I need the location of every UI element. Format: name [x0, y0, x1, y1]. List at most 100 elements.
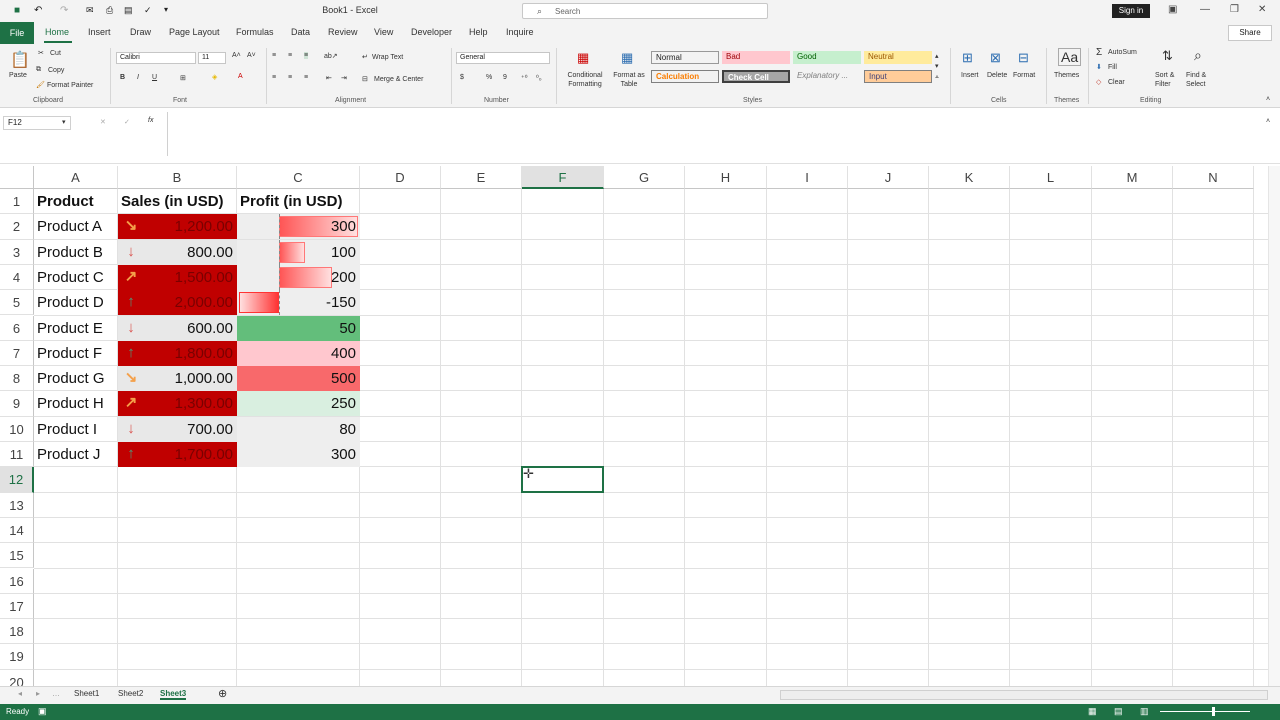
product-cell[interactable]: Product F: [34, 341, 118, 366]
spelling-icon[interactable]: ✓: [144, 5, 155, 16]
collapse-ribbon-icon[interactable]: ˄: [1266, 96, 1270, 103]
product-cell[interactable]: Product I: [34, 417, 118, 442]
sales-cell[interactable]: ↑ 1,800.00: [118, 340, 237, 366]
restore-icon[interactable]: ❐: [1230, 4, 1239, 15]
style-neutral[interactable]: Neutral: [864, 51, 932, 64]
comma-icon[interactable]: 9: [503, 74, 507, 81]
search-input[interactable]: ⌕ Search: [522, 3, 768, 19]
profit-cell[interactable]: 80: [237, 416, 360, 442]
share-button[interactable]: Share: [1228, 25, 1272, 41]
zoom-slider-thumb[interactable]: [1212, 707, 1215, 716]
customize-qat-icon[interactable]: ▾: [164, 5, 175, 16]
style-normal[interactable]: Normal: [651, 51, 719, 64]
preview-icon[interactable]: ▤: [124, 5, 135, 16]
underline-icon[interactable]: U: [152, 74, 157, 81]
format-as-table-icon[interactable]: ▦: [621, 50, 633, 66]
row-header-7[interactable]: 7: [0, 340, 34, 367]
sales-cell[interactable]: ↘ 1,200.00: [118, 214, 237, 240]
column-header-a[interactable]: A: [34, 166, 118, 189]
tab-help[interactable]: Help: [469, 27, 488, 37]
style-good[interactable]: Good: [793, 51, 861, 64]
fill-icon[interactable]: ⬇: [1096, 63, 1102, 71]
decrease-decimal-icon[interactable]: ⁰₀: [536, 74, 542, 82]
increase-font-icon[interactable]: A˄: [232, 52, 241, 59]
autosum-button[interactable]: AutoSum: [1108, 49, 1137, 56]
column-header-h[interactable]: H: [685, 166, 767, 189]
column-header-f[interactable]: F: [522, 166, 604, 189]
orientation-icon[interactable]: ab↗: [324, 52, 338, 60]
insert-cells-button[interactable]: Insert: [961, 72, 979, 79]
row-header-4[interactable]: 4: [0, 264, 34, 291]
paste-button[interactable]: Paste: [9, 72, 27, 79]
format-painter-icon[interactable]: 🖌: [36, 81, 45, 89]
tab-insert[interactable]: Insert: [88, 27, 111, 37]
row-header-11[interactable]: 11: [0, 442, 34, 468]
prev-sheet-icon[interactable]: ◂: [18, 689, 22, 698]
sort-filter-button[interactable]: Sort & Filter: [1155, 71, 1185, 89]
formula-input[interactable]: [167, 112, 1267, 156]
tab-home[interactable]: Home: [45, 27, 69, 37]
sheet-tab-1[interactable]: Sheet1: [74, 689, 99, 698]
sales-cell[interactable]: ↓ 800.00: [118, 239, 237, 265]
conditional-formatting-icon[interactable]: ▦: [577, 50, 589, 66]
tab-file[interactable]: File: [0, 22, 34, 44]
align-top-icon[interactable]: ≡: [272, 52, 276, 59]
row-header-10[interactable]: 10: [0, 416, 34, 442]
profit-cell[interactable]: -150: [237, 290, 360, 316]
find-select-icon[interactable]: ⌕: [1194, 47, 1202, 64]
product-cell[interactable]: Product G: [34, 366, 118, 391]
column-header-k[interactable]: K: [929, 166, 1010, 189]
wrap-text-button[interactable]: Wrap Text: [372, 54, 403, 61]
sign-in-button[interactable]: Sign in: [1112, 4, 1150, 18]
column-header-c[interactable]: C: [237, 166, 360, 189]
insert-function-icon[interactable]: fx: [148, 117, 153, 124]
conditional-formatting-button[interactable]: Conditional Formatting: [562, 71, 608, 89]
accessibility-icon[interactable]: ▣: [38, 706, 47, 717]
tab-page-layout[interactable]: Page Layout: [169, 27, 220, 37]
row-header-12[interactable]: 12: [0, 467, 34, 493]
column-header-j[interactable]: J: [848, 166, 929, 189]
sales-cell[interactable]: ↗ 1,300.00: [118, 391, 237, 417]
font-name-select[interactable]: Calibri: [116, 52, 196, 64]
page-break-view-icon[interactable]: ▥: [1140, 706, 1149, 717]
spreadsheet-grid[interactable]: ABCDEFGHIJKLMN 1 2 3 4 5 6 7 8 9 10 11 12 13 14 15 16 17…: [0, 166, 1268, 686]
sales-cell[interactable]: ↓ 600.00: [118, 315, 237, 341]
enter-entry-icon[interactable]: ✓: [124, 118, 130, 126]
cancel-entry-icon[interactable]: ✕: [100, 118, 106, 126]
profit-cell[interactable]: 200: [237, 264, 360, 290]
normal-view-icon[interactable]: ▦: [1088, 706, 1097, 717]
style-calculation[interactable]: Calculation: [651, 70, 719, 83]
style-input[interactable]: Input: [864, 70, 932, 83]
sheet-tab-3[interactable]: Sheet3: [160, 689, 187, 700]
tab-view[interactable]: View: [374, 27, 393, 37]
copy-button[interactable]: Copy: [48, 67, 64, 74]
page-layout-view-icon[interactable]: ▤: [1114, 706, 1123, 717]
minimize-icon[interactable]: —: [1200, 4, 1210, 15]
next-sheet-icon[interactable]: ▸: [36, 689, 40, 698]
row-header-1[interactable]: 1: [0, 189, 34, 215]
paste-icon[interactable]: 📋: [10, 50, 30, 70]
tab-data[interactable]: Data: [291, 27, 310, 37]
styles-more-icon[interactable]: ⩡: [935, 74, 939, 82]
format-cells-button[interactable]: Format: [1013, 72, 1035, 79]
select-all-corner[interactable]: [0, 166, 34, 189]
align-bottom-icon[interactable]: ≡: [304, 52, 309, 59]
cut-button[interactable]: Cut: [50, 50, 61, 57]
autosum-icon[interactable]: Σ: [1096, 47, 1102, 58]
tab-draw[interactable]: Draw: [130, 27, 151, 37]
profit-cell[interactable]: 400: [237, 340, 360, 366]
percent-icon[interactable]: %: [486, 74, 492, 81]
column-header-n[interactable]: N: [1173, 166, 1254, 189]
merge-icon[interactable]: ⊟: [362, 75, 368, 83]
font-color-icon[interactable]: A: [238, 73, 243, 80]
name-box[interactable]: F12: [3, 116, 71, 130]
sheet-tab-2[interactable]: Sheet2: [118, 689, 143, 698]
horizontal-scrollbar[interactable]: [780, 690, 1268, 700]
tab-inquire[interactable]: Inquire: [506, 27, 534, 37]
align-middle-icon[interactable]: ≡: [288, 52, 292, 59]
product-cell[interactable]: Product A: [34, 214, 118, 239]
profit-cell[interactable]: 250: [237, 391, 360, 417]
profit-cell[interactable]: 500: [237, 366, 360, 392]
column-header-m[interactable]: M: [1092, 166, 1173, 189]
delete-cells-button[interactable]: Delete: [987, 72, 1007, 79]
